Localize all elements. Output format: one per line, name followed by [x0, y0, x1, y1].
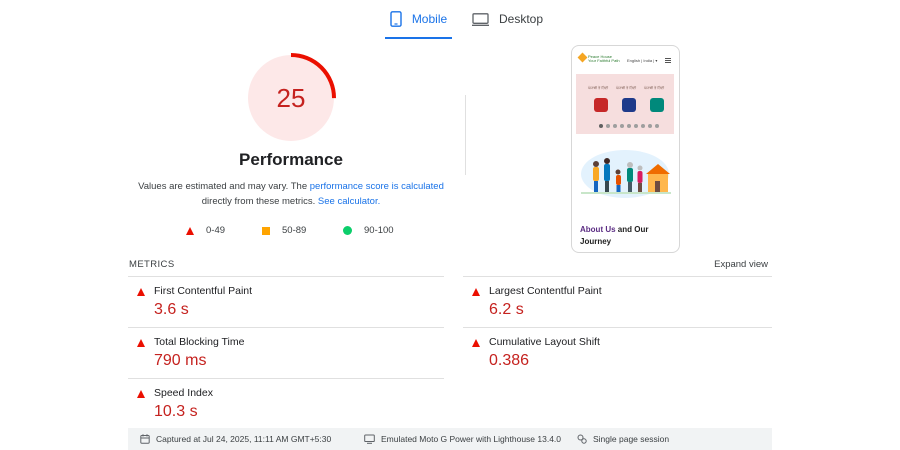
footer-captured: Captured at Jul 24, 2025, 11:11 AM GMT+5… [140, 428, 331, 450]
lock-box-icon [650, 98, 664, 112]
footer-device-text: Emulated Moto G Power with Lighthouse 13… [381, 434, 562, 444]
fail-triangle-icon [472, 339, 480, 347]
metrics-divider [128, 276, 444, 277]
carousel-dot [606, 124, 610, 128]
footer-session-text: Single page session [593, 434, 670, 444]
preview-card: ਪੰਜਾਬੀ ਤੇ ਹਿੰਦੀ [644, 86, 670, 118]
smartphone-icon [390, 11, 402, 27]
preview-logo-line2: Your Faithful Path [588, 58, 620, 63]
hamburger-menu-icon [665, 58, 671, 63]
metrics-divider [463, 276, 772, 277]
preview-about-highlight: About Us [580, 225, 616, 234]
runtime-settings-footer: Captured at Jul 24, 2025, 11:11 AM GMT+5… [128, 428, 772, 450]
carousel-dot [613, 124, 617, 128]
tab-desktop[interactable]: Desktop [472, 0, 543, 38]
triangle-icon [186, 226, 194, 235]
preview-card-caption: ਪੰਜਾਬੀ ਤੇ ਹਿੰਦੀ [588, 86, 609, 90]
metric-total-blocking-time: Total Blocking Time 790 ms [128, 330, 438, 376]
square-icon [262, 226, 270, 235]
metric-cumulative-layout-shift: Cumulative Layout Shift 0.386 [463, 330, 773, 376]
footer-device: Emulated Moto G Power with Lighthouse 13… [364, 428, 561, 450]
metric-first-contentful-paint: First Contentful Paint 3.6 s [128, 279, 438, 325]
fail-triangle-icon [137, 288, 145, 296]
legend-average: 50-89 [262, 225, 306, 236]
carousel-dot [620, 124, 624, 128]
preview-header: Peace House Your Faithful Path English |… [572, 46, 678, 70]
tab-desktop-label: Desktop [499, 12, 544, 26]
preview-card: ਪੰਜਾਬੀ ਤੇ ਹਿੰਦੀ [616, 86, 642, 118]
legend-pass: 90-100 [343, 225, 394, 236]
preview-logo-text: Peace House Your Faithful Path [588, 55, 620, 63]
monitor-icon [472, 12, 489, 26]
metric-value: 10.3 s [154, 403, 198, 420]
preview-about-heading: About Us and Our Journey [580, 224, 648, 248]
section-divider [465, 95, 466, 175]
fail-triangle-icon [137, 339, 145, 347]
preview-card: ਪੰਜਾਬੀ ਤੇ ਹਿੰਦੀ [588, 86, 614, 118]
desc-prefix: Values are estimated and may vary. The [138, 181, 310, 192]
preview-about-line2: Journey [580, 237, 612, 246]
legend-fail-label: 0-49 [206, 225, 226, 236]
calendar-icon [140, 434, 150, 444]
see-calculator-link[interactable]: See calculator. [318, 196, 380, 207]
performance-description: Values are estimated and may vary. The p… [130, 179, 452, 209]
fail-triangle-icon [137, 390, 145, 398]
desc-mid: directly from these metrics. [201, 196, 318, 207]
metric-value: 0.386 [489, 352, 530, 369]
metrics-label: METRICS [129, 259, 175, 270]
metric-name: First Contentful Paint [154, 285, 253, 297]
legend-average-label: 50-89 [282, 225, 307, 236]
carousel-dot [627, 124, 631, 128]
device-emulation-icon [364, 434, 375, 444]
carousel-dot [634, 124, 638, 128]
device-tabs: Mobile Desktop [0, 0, 900, 40]
family-illustration [581, 150, 671, 198]
metrics-divider [463, 327, 772, 328]
metrics-divider [128, 378, 444, 379]
score-legend: 0-49 50-89 90-100 [0, 225, 460, 239]
metric-value: 6.2 s [489, 301, 524, 318]
carousel-dot [641, 124, 645, 128]
metric-name: Largest Contentful Paint [489, 285, 602, 297]
page-screenshot-preview: Peace House Your Faithful Path English |… [571, 45, 680, 253]
tab-mobile[interactable]: Mobile [385, 0, 452, 39]
carousel-dots [599, 124, 659, 128]
metric-largest-contentful-paint: Largest Contentful Paint 6.2 s [463, 279, 773, 325]
star-logo-icon [577, 52, 588, 63]
carousel-dot [648, 124, 652, 128]
lock-box-icon [622, 98, 636, 112]
metrics-divider [128, 327, 444, 328]
footer-captured-text: Captured at Jul 24, 2025, 11:11 AM GMT+5… [156, 434, 332, 444]
legend-pass-label: 90-100 [364, 225, 394, 236]
tab-mobile-label: Mobile [411, 12, 448, 26]
expand-view-button[interactable]: Expand view [700, 259, 768, 270]
circle-icon [343, 226, 352, 235]
carousel-dot [599, 124, 603, 128]
performance-score-link[interactable]: performance score is calculated [310, 181, 444, 192]
metric-value: 790 ms [154, 352, 207, 369]
fail-triangle-icon [472, 288, 480, 296]
metric-value: 3.6 s [154, 301, 189, 318]
metric-name: Total Blocking Time [154, 336, 245, 348]
metric-name: Speed Index [154, 387, 213, 399]
legend-fail: 0-49 [186, 225, 225, 236]
performance-title: Performance [239, 150, 343, 169]
lock-box-icon [594, 98, 608, 112]
session-icon [577, 434, 587, 444]
preview-language: English | India | ▾ [627, 58, 658, 63]
preview-card-caption: ਪੰਜਾਬੀ ਤੇ ਹਿੰਦੀ [644, 86, 665, 90]
carousel-dot [655, 124, 659, 128]
metric-name: Cumulative Layout Shift [489, 336, 600, 348]
preview-about-rest: and Our [615, 225, 649, 234]
metric-speed-index: Speed Index 10.3 s [128, 381, 438, 427]
footer-session: Single page session [577, 428, 669, 450]
preview-card-caption: ਪੰਜਾਬੀ ਤੇ ਹਿੰਦੀ [616, 86, 637, 90]
performance-score: 25 [276, 82, 306, 113]
